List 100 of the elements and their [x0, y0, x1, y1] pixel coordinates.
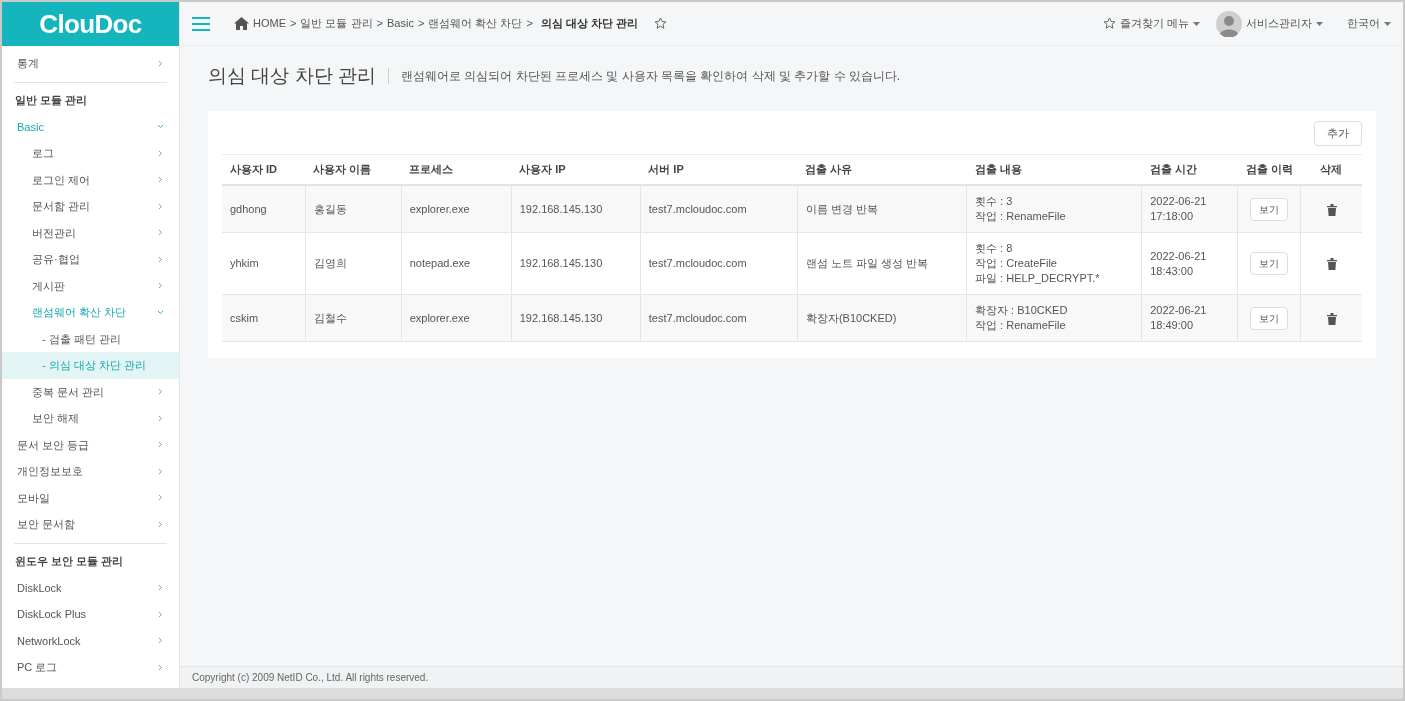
sidebar-item[interactable]: 공유·협업	[2, 246, 179, 273]
sidebar-item[interactable]: - 검출 패턴 관리	[2, 325, 179, 352]
table-cell: 홍길동	[313, 202, 347, 215]
sidebar-item[interactable]: DiskLock	[2, 574, 179, 601]
chevron-right-icon	[157, 176, 164, 184]
favorites-menu[interactable]: 즐겨찾기 메뉴	[1102, 15, 1200, 32]
sidebar-item[interactable]: NetworkLock	[2, 627, 179, 654]
column-header: 프로세스	[409, 163, 454, 175]
sidebar-section-title: 일반 모듈 관리	[14, 92, 88, 108]
table-cell: 192.168.145.130	[519, 257, 603, 270]
detection-date: 2022-06-21	[1150, 303, 1208, 318]
chevron-right-icon	[157, 584, 164, 592]
caret-icon	[1193, 21, 1200, 26]
view-button[interactable]: 보기	[1250, 252, 1289, 275]
column-header: 삭제	[1320, 163, 1343, 175]
caret-icon	[1384, 21, 1391, 26]
trash-icon[interactable]	[1326, 312, 1337, 325]
table-cell: test7.mcloudoc.com	[648, 311, 747, 324]
sidebar-item[interactable]: 모바일	[2, 484, 179, 511]
detection-date: 2022-06-21	[1150, 194, 1208, 209]
detail-line: 작업 : CreateFile	[975, 256, 1058, 271]
sidebar-item[interactable]: 중복 문서 관리	[2, 378, 179, 405]
trash-icon[interactable]	[1326, 203, 1337, 216]
view-button[interactable]: 보기	[1250, 306, 1289, 330]
table-cell: cskim	[230, 311, 259, 324]
column-header: 검출 시간	[1149, 163, 1197, 175]
chevron-right-icon	[157, 388, 164, 396]
detail-line: 작업 : RenameFile	[975, 318, 1067, 333]
sidebar-item[interactable]: 보안 문서함	[2, 511, 179, 538]
sidebar-item[interactable]: PC 로그	[2, 654, 179, 681]
sidebar-item[interactable]: 문서함 관리	[2, 193, 179, 220]
breadcrumb-separator: >	[290, 16, 297, 32]
star-icon[interactable]	[654, 17, 668, 30]
column-header: 검출 이력	[1245, 163, 1293, 175]
chevron-down-icon	[157, 308, 164, 316]
chevron-right-icon	[157, 520, 164, 528]
sidebar-item[interactable]: 로그	[2, 140, 179, 167]
page-title: 의심 대상 차단 관리	[208, 64, 376, 88]
chevron-down-icon	[157, 123, 164, 131]
chevron-right-icon	[157, 441, 164, 449]
language-menu[interactable]: 한국어	[1347, 15, 1391, 32]
trash-icon[interactable]	[1326, 258, 1337, 271]
table-cell: 이름 변경 반복	[805, 202, 879, 215]
detail-line: 횟수 : 8	[975, 241, 1014, 256]
table-cell: 192.168.145.130	[519, 202, 603, 215]
breadcrumb-item[interactable]: HOME	[253, 15, 286, 32]
page-description: 랜섬웨어로 의심되어 차단된 프로세스 및 사용자 목록을 확인하여 삭제 및 추가할 수 있습니다.	[400, 68, 901, 86]
sidebar-item[interactable]: DiskLock Plus	[2, 601, 179, 628]
column-header: 검출 사유	[805, 163, 853, 175]
breadcrumb-item[interactable]: 랜섬웨어 확산 차단	[428, 15, 523, 32]
breadcrumb-item[interactable]: 일반 모듈 관리	[300, 15, 373, 32]
detail-line: 작업 : RenameFile	[975, 209, 1067, 224]
table-cell: gdhong	[230, 202, 267, 215]
column-header: 사용자 이름	[313, 163, 372, 175]
sidebar-item[interactable]: 통계	[2, 50, 179, 77]
detection-time: 17:18:00	[1150, 209, 1195, 224]
table-cell: test7.mcloudoc.com	[648, 202, 747, 215]
chevron-right-icon	[157, 637, 164, 645]
detection-time: 18:49:00	[1150, 318, 1195, 333]
chevron-right-icon	[157, 663, 164, 671]
user-menu[interactable]: 서비스관리자	[1246, 15, 1323, 32]
sidebar-item[interactable]: 개인정보보호	[2, 458, 179, 485]
sidebar-item[interactable]: 문서 보안 등급	[2, 431, 179, 458]
column-header: 사용자 IP	[519, 163, 566, 175]
table-cell: 192.168.145.130	[519, 311, 603, 324]
star-icon	[1102, 17, 1116, 30]
sidebar-item[interactable]: 보안 해제	[2, 405, 179, 432]
column-header: 검출 내용	[974, 163, 1022, 175]
table-cell: 확장자(B10CKED)	[805, 311, 897, 324]
chevron-right-icon	[157, 414, 164, 422]
breadcrumb-item: 의심 대상 차단 관리	[540, 16, 639, 32]
table-cell: notepad.exe	[409, 257, 471, 270]
detail-line: 파일 : HELP_DECRYPT.*	[975, 271, 1101, 286]
breadcrumb-separator: >	[526, 16, 533, 32]
breadcrumb-separator: >	[417, 16, 425, 32]
table-cell: 김영희	[313, 257, 347, 270]
table-cell: yhkim	[230, 257, 259, 270]
table-cell: explorer.exe	[409, 311, 470, 324]
add-button[interactable]: 추가	[1314, 120, 1362, 146]
sidebar-item[interactable]: 게시판	[2, 272, 179, 299]
table-cell: test7.mcloudoc.com	[648, 257, 747, 270]
caret-icon	[1316, 21, 1323, 26]
chevron-right-icon	[157, 610, 164, 618]
chevron-right-icon	[157, 467, 164, 475]
detail-line: 확장자 : B10CKED	[975, 303, 1069, 318]
chevron-right-icon	[157, 255, 164, 263]
home-icon	[234, 17, 249, 30]
chevron-right-icon	[157, 149, 164, 157]
breadcrumb-item[interactable]: Basic	[387, 15, 414, 32]
table-cell: 랜섬 노트 파일 생성 반복	[805, 257, 929, 270]
detail-line: 횟수 : 3	[975, 194, 1014, 209]
view-button[interactable]: 보기	[1250, 197, 1289, 221]
chevron-right-icon	[157, 282, 164, 290]
chevron-right-icon	[157, 202, 164, 210]
table-cell: explorer.exe	[409, 202, 470, 215]
column-header: 사용자 ID	[230, 163, 278, 175]
sidebar-section-title: 윈도우 보안 모듈 관리	[14, 553, 124, 569]
sidebar-item[interactable]: 로그인 제어	[2, 166, 179, 193]
sidebar-item[interactable]: 버전관리	[2, 219, 179, 246]
chevron-right-icon	[157, 494, 164, 502]
